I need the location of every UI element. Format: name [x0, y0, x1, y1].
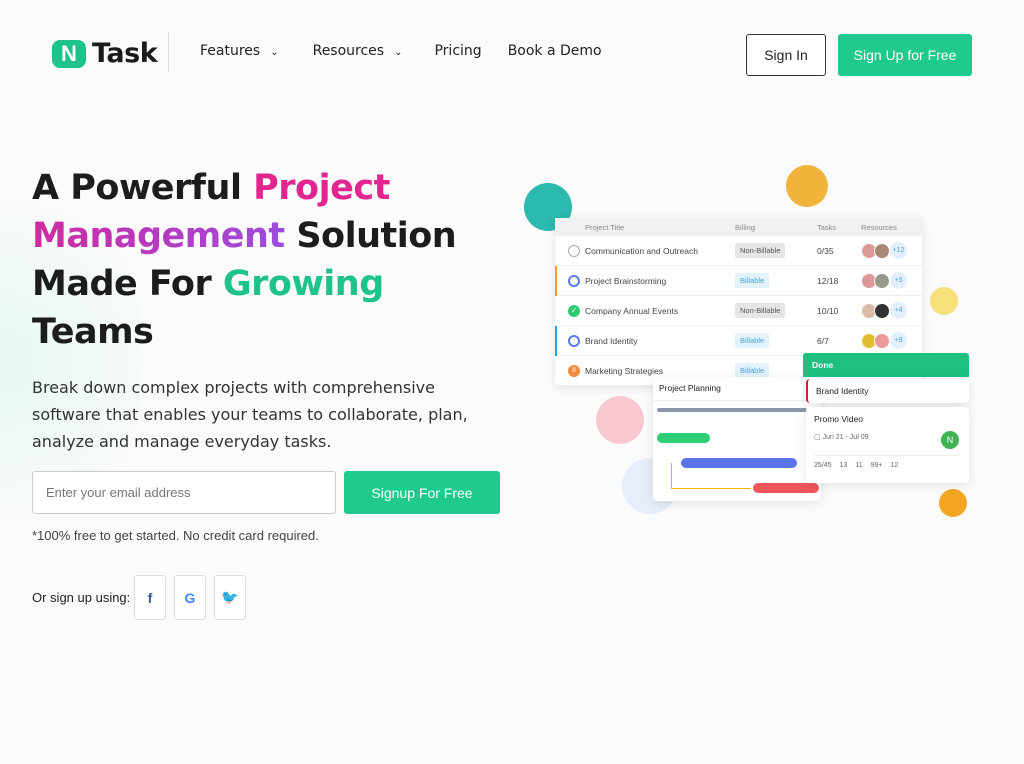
table-row[interactable]: ✓ Company Annual Events Non-Billable 10/10 +… — [555, 296, 922, 326]
row-title: Brand Identity — [585, 335, 638, 346]
nav-label: Resources — [312, 43, 385, 59]
more-count: +9 — [890, 332, 907, 349]
nav-label: Features — [200, 43, 261, 59]
table-row[interactable]: Project Brainstorming Billable 12/18 +5 — [555, 266, 922, 296]
nav-resources[interactable]: Resources ⌄ — [313, 43, 403, 59]
tasks-count: 10/10 — [817, 305, 839, 316]
nav-book-demo[interactable]: Book a Demo — [508, 43, 602, 59]
table-row[interactable]: Communication and Outreach Non-Billable 0/… — [555, 236, 922, 266]
email-input[interactable] — [32, 471, 336, 514]
stat-comments: 99+ — [870, 462, 883, 469]
twitter-button[interactable]: 🐦 — [214, 575, 246, 620]
facebook-button[interactable]: f — [134, 575, 166, 620]
nav-pricing[interactable]: Pricing — [434, 43, 481, 59]
tasks-count: 0/35 — [817, 245, 834, 256]
person-avatar — [596, 396, 644, 444]
tasks-count: 6/7 — [817, 335, 829, 346]
stat-tasks: 25/45 — [814, 462, 832, 469]
title-highlight: Management — [32, 216, 285, 256]
avatar — [874, 302, 890, 319]
kanban-column-title: Done — [803, 353, 969, 377]
logo[interactable]: N Task — [52, 38, 158, 69]
sign-up-button[interactable]: Sign Up for Free — [838, 34, 972, 76]
more-count: +5 — [890, 272, 907, 289]
person-avatar — [786, 165, 828, 207]
facebook-icon: f — [147, 589, 153, 606]
billing-badge: Billable — [735, 363, 770, 378]
billing-badge: Non-Billable — [735, 303, 786, 318]
status-progress-icon — [568, 334, 580, 347]
row-title: Company Annual Events — [585, 305, 679, 316]
person-avatar — [939, 489, 967, 517]
row-title: Project Brainstorming — [585, 275, 667, 286]
billing-badge: Non-Billable — [735, 243, 786, 258]
table-header: Project Title Billing Tasks Resources — [555, 218, 922, 236]
column-header: Billing — [735, 222, 756, 232]
column-header: Tasks — [817, 222, 837, 232]
title-highlight: Growing — [222, 264, 384, 304]
or-sign-up-label: Or sign up using: — [32, 590, 131, 605]
more-count: +4 — [890, 302, 907, 319]
column-header: Project Title — [585, 222, 625, 232]
row-accent — [555, 326, 557, 356]
card-dates: Jun 21 - Jul 09 — [822, 434, 869, 441]
row-title: Marketing Strategies — [585, 365, 663, 376]
signup-free-button[interactable]: Signup For Free — [344, 471, 500, 514]
title-part: A Powerful — [32, 168, 254, 208]
chevron-down-icon: ⌄ — [270, 47, 279, 58]
hero-title: A Powerful Project Management Solution Ma… — [32, 164, 512, 356]
avatar — [874, 272, 890, 289]
gantt-bar — [657, 408, 807, 412]
kanban-card[interactable]: Brand Identity — [806, 379, 969, 403]
person-avatar — [930, 287, 958, 315]
google-button[interactable]: G — [174, 575, 206, 620]
card-title: Promo Video — [814, 414, 863, 424]
avatar — [874, 242, 890, 259]
status-open-icon — [568, 244, 580, 257]
table-row[interactable]: Brand Identity Billable 6/7 +9 — [555, 326, 922, 356]
hero-subtitle: Break down complex projects with compreh… — [32, 378, 468, 451]
logo-mark: N — [52, 39, 86, 68]
stat-attachments: 12 — [890, 462, 899, 469]
sign-in-button[interactable]: Sign In — [746, 34, 826, 76]
nav-features[interactable]: Features ⌄ — [200, 43, 279, 59]
chevron-down-icon: ⌄ — [394, 47, 403, 58]
gantt-title: Project Planning — [653, 377, 821, 401]
stat-notes: 13 — [839, 462, 848, 469]
billing-badge: Billable — [735, 333, 770, 348]
avatar — [874, 332, 890, 349]
gantt-bar — [753, 483, 819, 493]
google-icon: G — [184, 589, 196, 606]
billing-badge: Billable — [735, 273, 770, 288]
main-nav: Features ⌄ Resources ⌄ Pricing Book a Demo — [200, 43, 602, 59]
logo-text: Task — [92, 38, 158, 69]
calendar-icon: ▢ — [814, 434, 823, 441]
gantt-card: Project Planning — [653, 377, 821, 501]
disclaimer: *100% free to get started. No credit car… — [32, 528, 319, 543]
header: N Task Features ⌄ Resources ⌄ Pricing Book … — [0, 0, 1024, 100]
twitter-icon: 🐦 — [221, 589, 239, 605]
avatar: N — [941, 431, 959, 449]
tasks-count: 12/18 — [817, 275, 839, 286]
status-done-icon: ✓ — [568, 304, 580, 317]
title-part: Teams — [32, 312, 154, 352]
status-paused-icon: II — [568, 364, 580, 377]
column-header: Resources — [861, 222, 897, 232]
row-accent — [555, 266, 557, 296]
kanban-card[interactable]: Promo Video ▢ Jun 21 - Jul 09 N 25/45 13 1… — [806, 407, 969, 483]
gantt-dependency — [671, 463, 751, 489]
title-highlight: Project — [253, 168, 390, 208]
divider — [168, 32, 169, 72]
status-progress-icon — [568, 274, 580, 287]
more-count: +12 — [890, 242, 907, 259]
row-title: Communication and Outreach — [585, 245, 698, 256]
stat-issues: 11 — [855, 462, 863, 469]
kanban-column: Done Brand Identity Promo Video ▢ Jun 21… — [803, 353, 969, 483]
gantt-bar — [657, 433, 710, 443]
